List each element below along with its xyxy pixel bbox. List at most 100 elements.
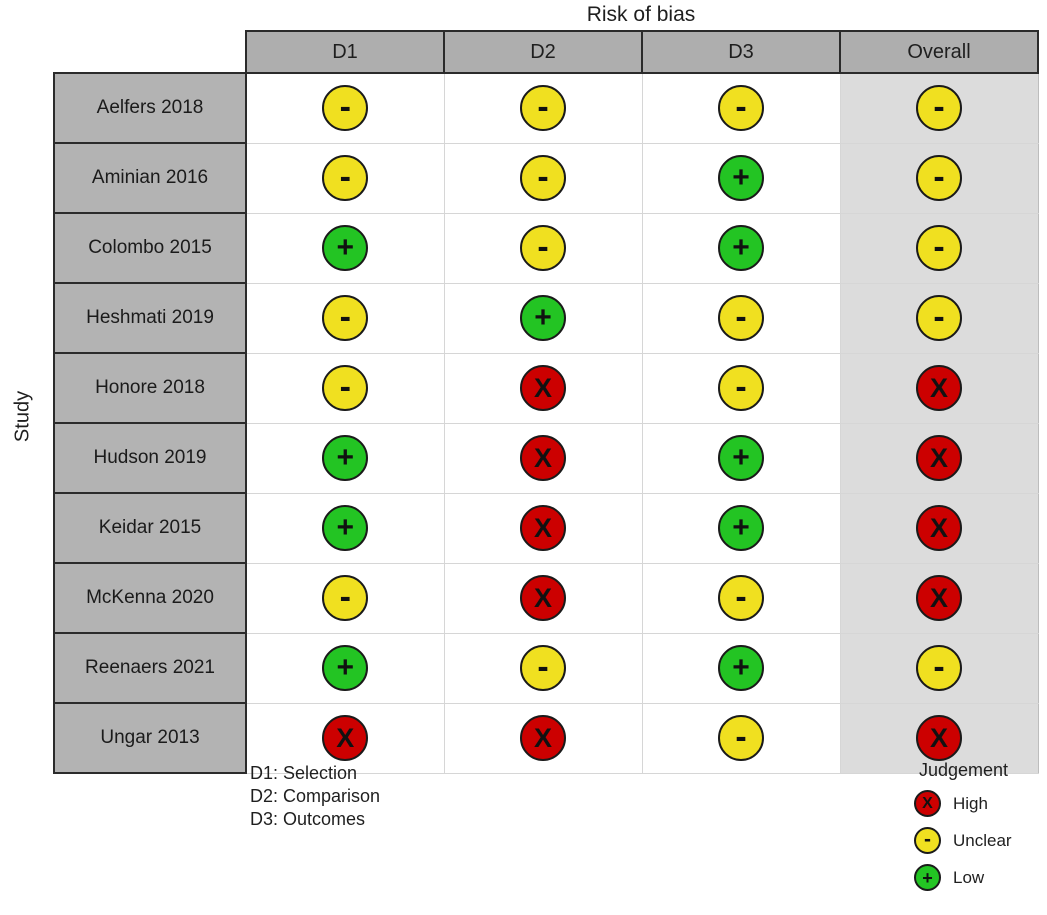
judgement-token-high: X: [322, 715, 369, 761]
judgement-cell-d2[interactable]: -: [443, 142, 643, 214]
judgement-cell-d3[interactable]: -: [641, 562, 841, 634]
judgement-cell-d3[interactable]: +: [641, 422, 841, 494]
judgement-cell-d2[interactable]: -: [443, 632, 643, 704]
judgement-token-unclear: -: [322, 155, 369, 201]
judgement-glyph: X: [533, 372, 552, 403]
judgement-cell-d2[interactable]: X: [443, 562, 643, 634]
study-label[interactable]: McKenna 2020: [53, 562, 247, 634]
column-header-d1[interactable]: D1: [245, 30, 445, 74]
judgement-cell-d3[interactable]: -: [641, 702, 841, 774]
judgement-cell-d1[interactable]: +: [245, 492, 445, 564]
judgement-cell-overall[interactable]: X: [839, 562, 1039, 634]
judgement-glyph: X: [533, 722, 552, 753]
judgement-token-unclear: -: [916, 295, 962, 341]
judgement-cell-overall[interactable]: -: [839, 282, 1039, 354]
judgement-glyph: X: [533, 442, 552, 473]
judgement-cell-d2[interactable]: +: [443, 282, 643, 354]
judgement-cell-overall[interactable]: -: [839, 72, 1039, 144]
judgement-cell-d2[interactable]: -: [443, 212, 643, 284]
judgement-glyph: X: [929, 372, 948, 403]
table-row: Aminian 2016 - - + -: [53, 142, 1039, 214]
judgement-glyph: +: [732, 441, 750, 474]
study-label[interactable]: Keidar 2015: [53, 492, 247, 564]
judgement-glyph: X: [533, 582, 552, 613]
judgement-cell-d1[interactable]: -: [245, 282, 445, 354]
judgement-token-low: +: [322, 225, 369, 271]
judgement-cell-d3[interactable]: +: [641, 212, 841, 284]
judgement-token-low: +: [520, 295, 566, 341]
header-corner-spacer: [54, 31, 246, 73]
judgement-token-unclear: -: [916, 85, 962, 132]
judgement-glyph: +: [732, 651, 750, 684]
judgement-cell-d1[interactable]: -: [245, 142, 445, 214]
judgement-cell-d2[interactable]: X: [443, 702, 643, 774]
column-header-d3[interactable]: D3: [641, 30, 841, 74]
judgement-cell-overall[interactable]: X: [839, 492, 1039, 564]
page-title: Risk of bias: [586, 3, 696, 26]
judgement-token-unclear: -: [718, 295, 764, 341]
judgement-token-unclear: -: [916, 155, 962, 201]
study-label[interactable]: Aelfers 2018: [53, 72, 247, 144]
legend-item-low: + Low: [914, 864, 1047, 891]
judgement-token-low: +: [718, 435, 764, 481]
judgement-cell-d1[interactable]: +: [245, 212, 445, 284]
table-header-row: D1 D2 D3 Overall: [54, 30, 1039, 74]
judgement-cell-overall[interactable]: X: [839, 352, 1039, 424]
column-header-d2[interactable]: D2: [443, 30, 643, 74]
judgement-cell-d3[interactable]: -: [641, 352, 841, 424]
study-label[interactable]: Colombo 2015: [53, 212, 247, 284]
judgement-cell-d2[interactable]: X: [443, 492, 643, 564]
judgement-glyph: -: [933, 647, 945, 686]
judgement-cell-overall[interactable]: -: [839, 632, 1039, 704]
judgement-cell-d1[interactable]: -: [245, 562, 445, 634]
table-row: Keidar 2015 + X + X: [53, 492, 1039, 564]
judgement-cell-overall[interactable]: -: [839, 212, 1039, 284]
judgement-cell-overall[interactable]: X: [839, 422, 1039, 494]
judgement-glyph: -: [537, 227, 549, 266]
judgement-cell-d1[interactable]: +: [245, 632, 445, 704]
judgement-cell-d1[interactable]: -: [245, 72, 445, 144]
judgement-cell-d3[interactable]: -: [641, 72, 841, 144]
judgement-cell-d2[interactable]: X: [443, 352, 643, 424]
judgement-token-low: +: [718, 225, 764, 271]
judgement-glyph: +: [534, 301, 552, 334]
judgement-glyph: +: [922, 867, 933, 888]
study-label[interactable]: Aminian 2016: [53, 142, 247, 214]
judgement-cell-d3[interactable]: -: [641, 282, 841, 354]
judgement-cell-overall[interactable]: -: [839, 142, 1039, 214]
study-label[interactable]: Ungar 2013: [53, 702, 247, 774]
judgement-token-unclear: -: [914, 827, 941, 854]
study-label[interactable]: Honore 2018: [53, 352, 247, 424]
risk-of-bias-table: D1 D2 D3 Overall Aelfers 2018- - - - Aminian 201…: [53, 30, 1039, 774]
judgement-cell-d3[interactable]: +: [641, 492, 841, 564]
judgement-token-unclear: -: [718, 85, 764, 132]
domain-key-line: D2: Comparison: [250, 786, 381, 806]
judgement-token-low: +: [718, 155, 764, 201]
judgement-cell-d1[interactable]: +: [245, 422, 445, 494]
study-label[interactable]: Reenaers 2021: [53, 632, 247, 704]
judgement-token-high: X: [520, 575, 566, 621]
judgement-glyph: -: [339, 157, 351, 196]
judgement-token-unclear: -: [916, 225, 962, 271]
judgement-cell-d1[interactable]: -: [245, 352, 445, 424]
judgement-glyph: -: [933, 157, 945, 196]
judgement-glyph: -: [339, 367, 351, 406]
judgement-glyph: -: [537, 157, 549, 196]
judgement-glyph: X: [929, 582, 948, 613]
study-label[interactable]: Hudson 2019: [53, 422, 247, 494]
study-label[interactable]: Heshmati 2019: [53, 282, 247, 354]
judgement-glyph: -: [735, 297, 747, 336]
judgement-glyph: -: [735, 87, 747, 126]
legend-title: Judgement: [918, 760, 1009, 780]
judgement-cell-d3[interactable]: +: [641, 632, 841, 704]
judgement-token-high: X: [520, 365, 566, 411]
column-header-overall[interactable]: Overall: [839, 30, 1039, 74]
judgement-token-unclear: -: [322, 85, 369, 132]
judgement-token-high: X: [916, 715, 962, 761]
table-row: Colombo 2015 + - + -: [53, 212, 1039, 284]
judgement-glyph: -: [924, 828, 931, 851]
judgement-cell-d2[interactable]: X: [443, 422, 643, 494]
judgement-cell-d3[interactable]: +: [641, 142, 841, 214]
judgement-cell-d2[interactable]: -: [443, 72, 643, 144]
y-axis-title: Study: [11, 390, 34, 443]
